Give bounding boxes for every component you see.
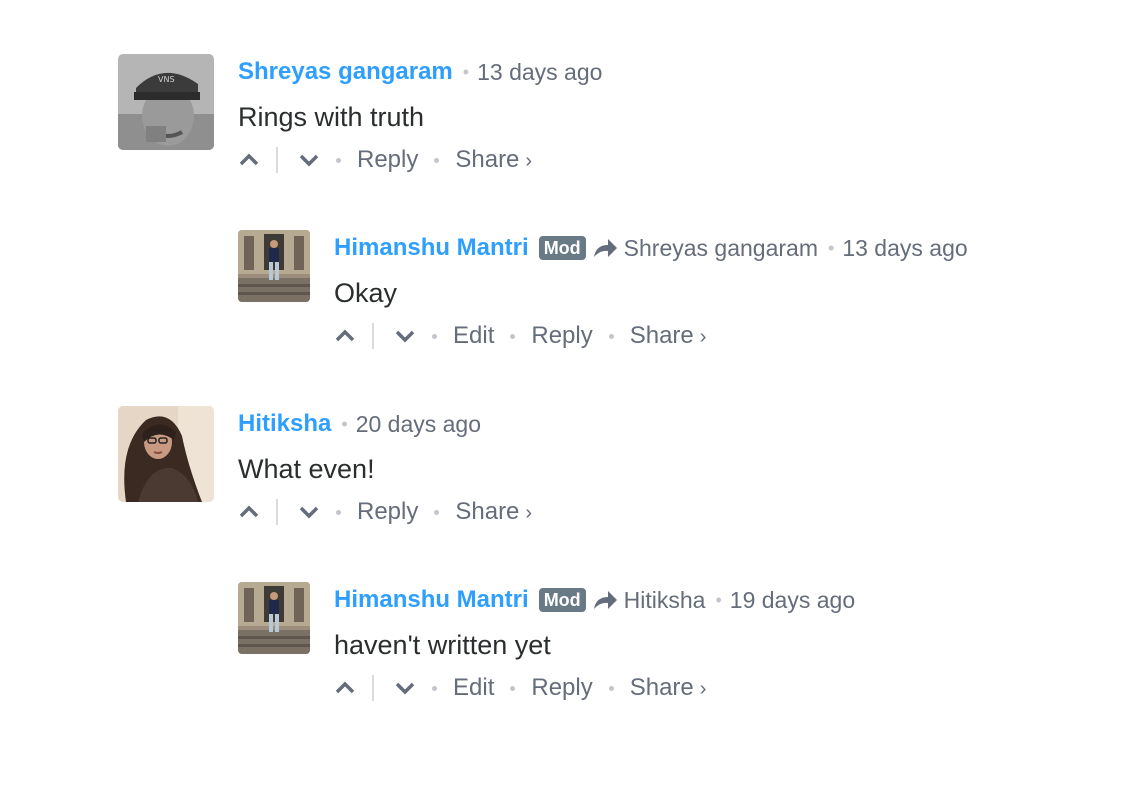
chevron-down-icon — [395, 682, 415, 695]
separator-dot: • — [341, 414, 348, 434]
author-name[interactable]: Hitiksha — [238, 406, 331, 442]
chevron-up-icon — [239, 505, 259, 518]
in-reply-to-link[interactable]: Hitiksha — [624, 582, 706, 618]
share-button[interactable]: Share › — [455, 498, 532, 526]
reply-button[interactable]: Reply — [531, 674, 592, 702]
upvote-button[interactable] — [238, 497, 260, 527]
comment-header: Himanshu Mantri Mod Shreyas gangaram • 1… — [334, 230, 968, 266]
chevron-up-icon — [239, 153, 259, 166]
comment-body: Himanshu Mantri Mod Hitiksha • 19 days a… — [334, 582, 855, 706]
separator-dot — [608, 685, 614, 691]
separator-dot — [510, 333, 516, 339]
comment-footer: Reply Share › — [238, 142, 602, 178]
moderator-badge: Mod — [538, 236, 586, 260]
share-arrow-icon — [593, 591, 617, 609]
chevron-up-icon — [335, 681, 355, 694]
upvote-button[interactable] — [334, 321, 356, 351]
vote-divider — [372, 675, 374, 701]
timestamp[interactable]: 13 days ago — [477, 54, 602, 90]
separator-dot: • — [715, 590, 722, 610]
timestamp[interactable]: 13 days ago — [842, 230, 967, 266]
downvote-button[interactable] — [394, 321, 416, 351]
chevron-up-icon — [335, 329, 355, 342]
avatar[interactable] — [238, 230, 310, 302]
reply-button[interactable]: Reply — [357, 146, 418, 174]
avatar[interactable] — [118, 406, 214, 502]
moderator-badge: Mod — [538, 588, 586, 612]
share-label: Share — [455, 146, 520, 173]
upvote-button[interactable] — [238, 145, 260, 175]
comment-body: Shreyas gangaram • 13 days ago Rings wit… — [238, 54, 602, 178]
separator-dot: • — [462, 62, 470, 82]
separator-dot — [434, 509, 440, 515]
chevron-right-icon: › — [525, 502, 533, 524]
separator-dot — [434, 157, 440, 163]
upvote-button[interactable] — [334, 673, 356, 703]
avatar-image — [238, 230, 310, 302]
edit-button[interactable]: Edit — [453, 674, 494, 702]
author-name[interactable]: Shreyas gangaram — [238, 54, 453, 90]
comment-body: Himanshu Mantri Mod Shreyas gangaram • 1… — [334, 230, 968, 354]
vote-divider — [372, 323, 374, 349]
avatar-image — [118, 406, 214, 502]
separator-dot — [336, 157, 341, 163]
share-label: Share — [455, 498, 520, 525]
downvote-button[interactable] — [394, 673, 416, 703]
separator-dot — [432, 685, 437, 691]
comment-message: What even! — [238, 454, 375, 484]
reply-button[interactable]: Reply — [357, 498, 418, 526]
comment-footer: Edit Reply Share › — [334, 318, 968, 354]
timestamp[interactable]: 19 days ago — [730, 582, 855, 618]
chevron-right-icon: › — [699, 678, 707, 700]
avatar-image — [238, 582, 310, 654]
reply-button[interactable]: Reply — [531, 322, 592, 350]
separator-dot — [608, 333, 614, 339]
chevron-down-icon — [395, 330, 415, 343]
vote-divider — [276, 499, 278, 525]
timestamp[interactable]: 20 days ago — [356, 406, 481, 442]
chevron-down-icon — [299, 154, 319, 167]
share-button[interactable]: Share › — [630, 322, 707, 350]
share-button[interactable]: Share › — [630, 674, 707, 702]
comment-footer: Reply Share › — [238, 494, 532, 530]
chevron-down-icon — [299, 506, 319, 519]
share-label: Share — [629, 322, 694, 349]
chevron-right-icon: › — [699, 326, 707, 348]
comment-header: Shreyas gangaram • 13 days ago — [238, 54, 602, 90]
separator-dot — [510, 685, 516, 691]
downvote-button[interactable] — [298, 145, 320, 175]
vote-divider — [276, 147, 278, 173]
comment-thread: VNS Shreyas gangaram • 13 days ago Rings… — [0, 0, 1128, 796]
comment-header: Hitiksha • 20 days ago — [238, 406, 532, 442]
comment-body: Hitiksha • 20 days ago What even! Reply … — [238, 406, 532, 530]
share-label: Share — [629, 674, 694, 701]
avatar[interactable]: VNS — [118, 54, 214, 150]
avatar[interactable] — [238, 582, 310, 654]
share-button[interactable]: Share › — [455, 146, 532, 174]
chevron-right-icon: › — [525, 150, 533, 172]
downvote-button[interactable] — [298, 497, 320, 527]
separator-dot — [336, 509, 341, 515]
comment-header: Himanshu Mantri Mod Hitiksha • 19 days a… — [334, 582, 855, 618]
avatar-image: VNS — [118, 54, 214, 150]
comment-message: Rings with truth — [238, 102, 425, 132]
author-name[interactable]: Himanshu Mantri — [334, 230, 529, 266]
separator-dot — [432, 333, 437, 339]
author-name[interactable]: Himanshu Mantri — [334, 582, 529, 618]
comment-message: haven't written yet — [334, 630, 551, 660]
comment-footer: Edit Reply Share › — [334, 670, 855, 706]
in-reply-to-link[interactable]: Shreyas gangaram — [624, 230, 818, 266]
comment-message: Okay — [334, 278, 398, 308]
svg-text:VNS: VNS — [158, 75, 175, 84]
edit-button[interactable]: Edit — [453, 322, 494, 350]
share-arrow-icon — [593, 239, 617, 257]
separator-dot: • — [828, 238, 835, 258]
